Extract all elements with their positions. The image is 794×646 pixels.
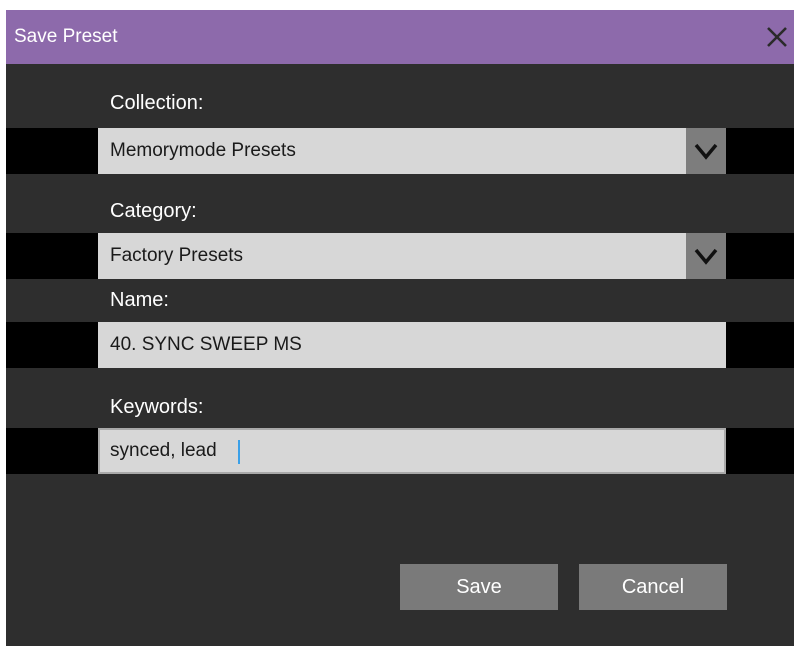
category-select[interactable]: Factory Presets	[98, 233, 726, 279]
text-caret	[238, 440, 240, 464]
keywords-field[interactable]	[98, 428, 726, 474]
save-preset-dialog: Save Preset Collection: Memorymode Prese…	[6, 10, 794, 646]
cancel-button[interactable]: Cancel	[579, 564, 727, 610]
save-button[interactable]: Save	[400, 564, 558, 610]
name-input[interactable]	[98, 322, 726, 368]
collection-selected-value: Memorymode Presets	[110, 140, 296, 161]
name-label: Name:	[110, 289, 169, 311]
keywords-input[interactable]	[100, 430, 724, 472]
close-button[interactable]	[760, 20, 794, 54]
collection-select[interactable]: Memorymode Presets	[98, 128, 726, 174]
dialog-titlebar: Save Preset	[6, 10, 794, 64]
name-field[interactable]	[98, 322, 726, 368]
chevron-down-icon	[694, 143, 718, 160]
close-icon	[767, 27, 787, 47]
category-dropdown-button[interactable]	[686, 233, 726, 279]
category-selected-value: Factory Presets	[110, 245, 244, 266]
dialog-title: Save Preset	[14, 26, 118, 47]
collection-label: Collection:	[110, 92, 204, 114]
category-label: Category:	[110, 200, 197, 222]
keywords-label: Keywords:	[110, 396, 204, 418]
collection-dropdown-button[interactable]	[686, 128, 726, 174]
chevron-down-icon	[694, 248, 718, 265]
